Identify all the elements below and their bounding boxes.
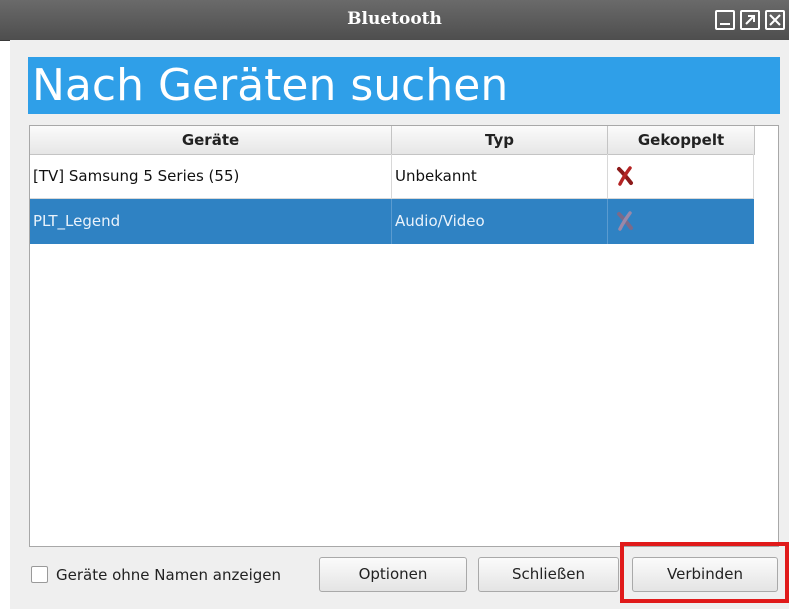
checkbox-label[interactable]: Geräte ohne Namen anzeigen xyxy=(56,566,281,584)
paired-cell xyxy=(608,199,754,244)
device-type-cell: Audio/Video xyxy=(392,199,608,244)
device-name-cell: PLT_Legend xyxy=(30,199,392,244)
minimize-button[interactable] xyxy=(715,10,735,30)
red-x-icon xyxy=(617,166,633,186)
column-header-type[interactable]: Typ xyxy=(392,126,608,154)
show-unnamed-devices-checkbox[interactable] xyxy=(31,566,48,583)
device-name-cell: [TV] Samsung 5 Series (55) xyxy=(30,154,392,199)
device-table[interactable]: Geräte Typ Gekoppelt [TV] Samsung 5 Seri… xyxy=(29,125,779,547)
page-title: Nach Geräten suchen xyxy=(28,57,780,114)
column-header-paired[interactable]: Gekoppelt xyxy=(608,126,755,154)
highlight-box xyxy=(620,542,789,603)
options-button[interactable]: Optionen xyxy=(319,557,467,592)
table-header: Geräte Typ Gekoppelt xyxy=(30,126,755,155)
table-row-selected[interactable]: PLT_Legend Audio/Video xyxy=(30,199,754,244)
paired-cell xyxy=(608,154,754,199)
close-icon xyxy=(769,14,781,26)
minimize-icon xyxy=(720,23,730,25)
column-header-device[interactable]: Geräte xyxy=(30,126,392,154)
close-button[interactable]: Schließen xyxy=(478,557,619,592)
device-type-cell: Unbekannt xyxy=(392,154,608,199)
title-bar[interactable]: Bluetooth xyxy=(0,0,789,41)
maximize-icon xyxy=(745,15,755,25)
table-row[interactable]: [TV] Samsung 5 Series (55) Unbekannt xyxy=(30,154,754,199)
red-x-icon xyxy=(617,211,633,231)
maximize-button[interactable] xyxy=(740,10,760,30)
window-title: Bluetooth xyxy=(347,9,442,29)
close-window-button[interactable] xyxy=(765,10,785,30)
